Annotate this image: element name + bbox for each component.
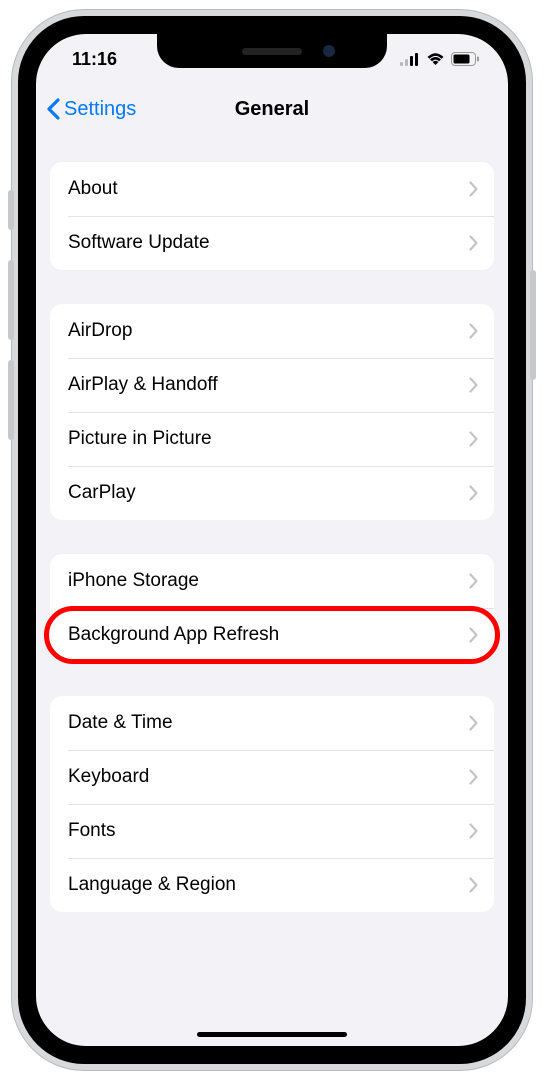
chevron-right-icon	[469, 485, 478, 501]
row-label: Software Update	[68, 232, 210, 254]
volume-up-button	[8, 260, 14, 340]
power-button	[530, 270, 536, 380]
row-label: AirPlay & Handoff	[68, 374, 218, 396]
row-keyboard[interactable]: Keyboard	[50, 750, 494, 804]
chevron-right-icon	[469, 877, 478, 893]
chevron-right-icon	[469, 181, 478, 197]
chevron-left-icon	[46, 98, 60, 120]
settings-group: iPhone Storage Background App Refresh	[50, 554, 494, 662]
page-title: General	[235, 98, 309, 121]
settings-group: AirDrop AirPlay & Handoff Picture in Pictu…	[50, 304, 494, 520]
row-airdrop[interactable]: AirDrop	[50, 304, 494, 358]
chevron-right-icon	[469, 573, 478, 589]
row-label: Keyboard	[68, 766, 149, 788]
chevron-right-icon	[469, 823, 478, 839]
chevron-right-icon	[469, 235, 478, 251]
row-software-update[interactable]: Software Update	[50, 216, 494, 270]
row-label: Date & Time	[68, 712, 173, 734]
row-label: Language & Region	[68, 874, 236, 896]
chevron-right-icon	[469, 627, 478, 643]
row-about[interactable]: About	[50, 162, 494, 216]
row-label: Background App Refresh	[68, 624, 279, 646]
chevron-right-icon	[469, 323, 478, 339]
row-airplay-handoff[interactable]: AirPlay & Handoff	[50, 358, 494, 412]
home-indicator[interactable]	[197, 1032, 347, 1037]
cellular-icon	[400, 53, 420, 66]
chevron-right-icon	[469, 377, 478, 393]
phone-frame: 11:16	[12, 10, 532, 1070]
navigation-bar: Settings General	[36, 84, 508, 134]
row-label: AirDrop	[68, 320, 132, 342]
row-label: CarPlay	[68, 482, 136, 504]
row-label: iPhone Storage	[68, 570, 199, 592]
row-label: Fonts	[68, 820, 116, 842]
volume-down-button	[8, 360, 14, 440]
chevron-right-icon	[469, 431, 478, 447]
row-background-app-refresh[interactable]: Background App Refresh	[50, 608, 494, 662]
row-date-time[interactable]: Date & Time	[50, 696, 494, 750]
row-label: About	[68, 178, 118, 200]
row-carplay[interactable]: CarPlay	[50, 466, 494, 520]
row-picture-in-picture[interactable]: Picture in Picture	[50, 412, 494, 466]
settings-group: Date & Time Keyboard Fonts Language & Regio…	[50, 696, 494, 912]
back-label: Settings	[64, 98, 136, 121]
screen: 11:16	[36, 34, 508, 1046]
row-iphone-storage[interactable]: iPhone Storage	[50, 554, 494, 608]
wifi-icon	[426, 52, 445, 66]
chevron-right-icon	[469, 769, 478, 785]
row-language-region[interactable]: Language & Region	[50, 858, 494, 912]
notch	[157, 34, 387, 68]
settings-group: About Software Update	[50, 162, 494, 270]
battery-icon	[451, 52, 480, 66]
row-fonts[interactable]: Fonts	[50, 804, 494, 858]
chevron-right-icon	[469, 715, 478, 731]
status-time: 11:16	[72, 49, 117, 70]
back-button[interactable]: Settings	[46, 98, 136, 121]
silent-switch	[8, 190, 14, 230]
row-label: Picture in Picture	[68, 428, 212, 450]
settings-list[interactable]: About Software Update AirDrop AirPlay & Han…	[36, 134, 508, 1046]
